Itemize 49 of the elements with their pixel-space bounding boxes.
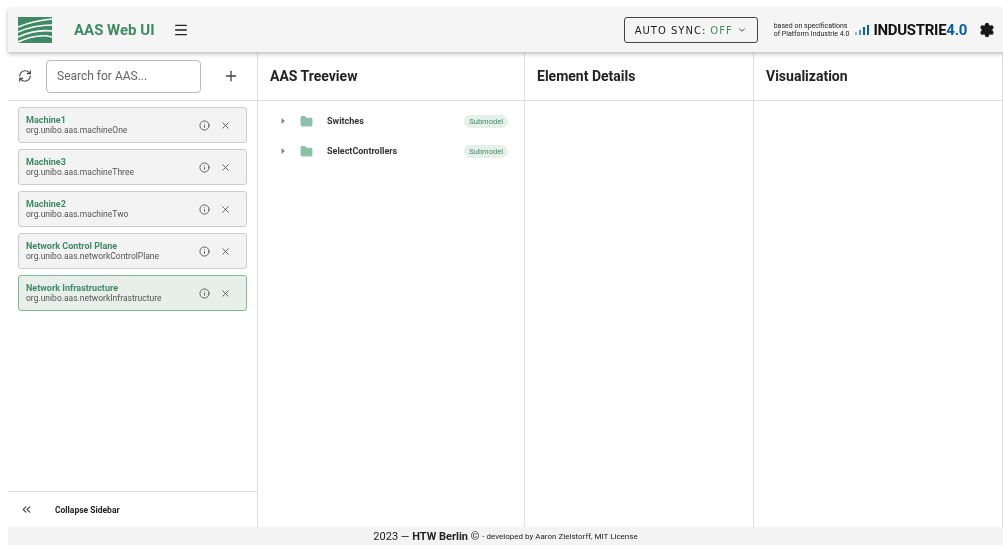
aas-id: org.unibo.aas.networkControlPlane <box>26 251 161 261</box>
expand-caret-icon[interactable] <box>280 148 286 154</box>
collapse-sidebar-button[interactable]: Collapse Sidebar <box>55 504 120 515</box>
app-title: AAS Web UI <box>74 21 155 39</box>
panel-title: Visualization <box>766 68 848 84</box>
close-icon[interactable] <box>220 287 231 299</box>
footer-note: - developed by Aaron Zielstorff, MIT License <box>482 531 638 541</box>
aas-list-item[interactable]: Network Infrastructure org.unibo.aas.networkInfrastructure <box>18 275 247 311</box>
info-icon[interactable] <box>199 245 210 257</box>
close-icon[interactable] <box>220 245 231 257</box>
brand-logo-text: INDUSTRIE4.0 <box>873 21 967 39</box>
aas-id: org.unibo.aas.machineOne <box>26 125 129 135</box>
aas-name: Network Control Plane <box>26 241 119 251</box>
info-icon[interactable] <box>199 119 210 131</box>
refresh-icon[interactable] <box>18 69 32 83</box>
panel-title: AAS Treeview <box>270 68 358 84</box>
aas-list-item[interactable]: Machine3 org.unibo.aas.machineThree <box>18 149 247 185</box>
info-icon[interactable] <box>199 203 210 215</box>
chevron-down-icon <box>736 25 747 35</box>
close-icon[interactable] <box>220 161 231 173</box>
aas-id: org.unibo.aas.networkInfrastructure <box>26 293 163 303</box>
signal-bars-icon <box>855 25 870 35</box>
aas-name: Network Infrastructure <box>26 283 119 293</box>
info-icon[interactable] <box>199 161 210 173</box>
aas-name: Machine2 <box>26 199 67 209</box>
expand-caret-icon[interactable] <box>280 118 286 124</box>
folder-icon <box>300 144 313 158</box>
panel-title: Element Details <box>537 68 636 84</box>
footer-text: 2023 — HTW Berlin © <box>373 529 480 543</box>
folder-icon <box>300 114 313 128</box>
info-icon[interactable] <box>199 287 210 299</box>
aas-list-item[interactable]: Machine2 org.unibo.aas.machineTwo <box>18 191 247 227</box>
close-icon[interactable] <box>220 203 231 215</box>
aas-list-item[interactable]: Machine1 org.unibo.aas.machineOne <box>18 107 247 143</box>
close-icon[interactable] <box>220 119 231 131</box>
tree-node-label[interactable]: SelectControllers <box>327 146 465 156</box>
aas-name: Machine3 <box>26 157 67 167</box>
menu-icon[interactable] <box>172 22 189 38</box>
aas-list-item[interactable]: Network Control Plane org.unibo.aas.networkControlPlane <box>18 233 247 269</box>
add-icon[interactable] <box>223 68 239 84</box>
aas-name: Machine1 <box>26 115 67 125</box>
settings-icon[interactable] <box>979 22 995 38</box>
search-field[interactable]: Search for AAS... <box>46 59 201 93</box>
aas-id: org.unibo.aas.machineThree <box>26 167 135 177</box>
tree-node-label[interactable]: Switches <box>327 116 465 126</box>
double-chevron-left-icon[interactable] <box>20 503 33 516</box>
logo-icon <box>18 17 52 43</box>
auto-sync-button[interactable]: AUTO SYNC: OFF <box>623 17 758 43</box>
aas-id: org.unibo.aas.machineTwo <box>26 209 130 219</box>
